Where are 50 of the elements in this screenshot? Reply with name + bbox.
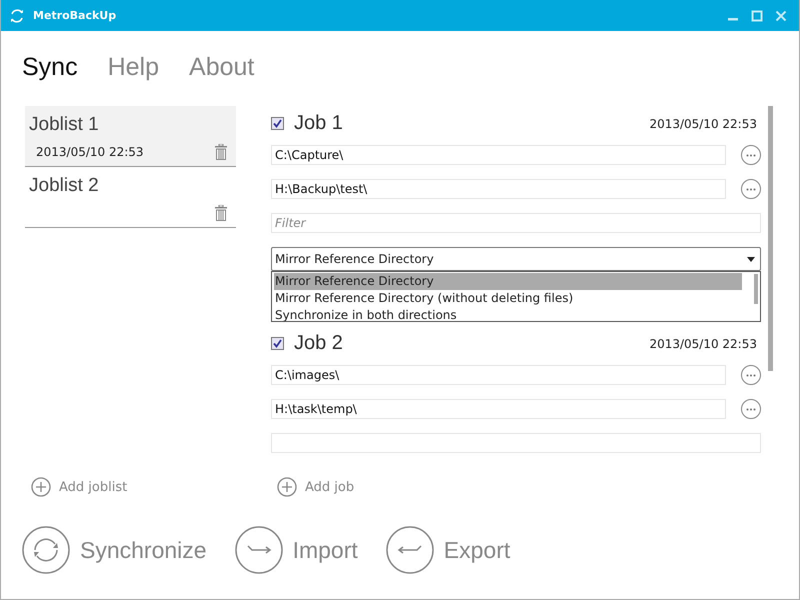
trash-icon[interactable] — [214, 205, 228, 221]
nav-tab[interactable]: Sync — [22, 53, 78, 93]
nav-tab[interactable]: About — [189, 53, 254, 93]
scrollbar-thumb[interactable] — [768, 106, 773, 371]
action-button[interactable]: Import — [234, 526, 358, 574]
nav-tab[interactable]: Help — [108, 53, 160, 93]
source-path-field[interactable]: C:\Capture\ — [271, 145, 726, 165]
trash-icon[interactable] — [214, 144, 228, 160]
mode-dropdown[interactable]: Mirror Reference Directory — [271, 247, 761, 271]
source-path-field[interactable]: C:\images\ — [271, 365, 726, 385]
job-date: 2013/05/10 22:53 — [649, 116, 757, 130]
joblist-date: 2013/05/10 22:53 — [36, 145, 144, 159]
sync-arrows-icon — [9, 8, 25, 24]
job-checkbox[interactable] — [271, 337, 284, 350]
joblist-name: Joblist 1 — [29, 114, 99, 136]
job-checkbox[interactable] — [271, 117, 284, 130]
plus-icon — [31, 477, 51, 497]
action-button[interactable]: Export — [386, 526, 510, 574]
ellipsis-icon — [746, 188, 756, 190]
sync-arrows-icon — [22, 526, 70, 574]
browse-button[interactable] — [741, 145, 761, 165]
joblist-name: Joblist 2 — [29, 175, 99, 197]
caret-icon — [747, 256, 755, 262]
job-name: Job 1 — [294, 112, 343, 135]
action-button[interactable]: Synchronize — [22, 526, 207, 574]
scrollbar-thumb[interactable] — [754, 274, 758, 304]
ellipsis-icon — [746, 154, 756, 156]
filter-field[interactable] — [271, 433, 761, 453]
ellipsis-icon — [746, 374, 756, 376]
browse-button[interactable] — [741, 365, 761, 385]
close-icon[interactable] — [775, 10, 787, 22]
dropdown-option[interactable]: Mirror Reference Directory (without deleting files) — [274, 290, 742, 307]
destination-path-field[interactable]: H:\task\temp\ — [271, 399, 726, 419]
joblist-item[interactable]: Joblist 2 — [25, 167, 236, 228]
add-job-button[interactable]: Add job — [277, 477, 354, 497]
plus-icon — [277, 477, 297, 497]
joblist-item[interactable]: Joblist 1 2013/05/10 22:53 — [25, 106, 236, 167]
window-title: MetroBackUp — [33, 9, 116, 22]
dropdown-option[interactable]: Mirror Reference Directory — [274, 273, 742, 290]
job-date: 2013/05/10 22:53 — [649, 336, 757, 350]
arrow-right-icon — [234, 526, 283, 574]
destination-path-field[interactable]: H:\Backup\test\ — [271, 179, 726, 199]
maximize-icon[interactable] — [751, 10, 763, 22]
arrow-left-icon — [386, 526, 434, 574]
job-name: Job 2 — [294, 332, 343, 355]
ellipsis-icon — [746, 408, 756, 410]
browse-button[interactable] — [741, 179, 761, 199]
add-joblist-button[interactable]: Add joblist — [31, 477, 128, 497]
browse-button[interactable] — [741, 399, 761, 419]
filter-field[interactable]: Filter — [271, 213, 761, 233]
